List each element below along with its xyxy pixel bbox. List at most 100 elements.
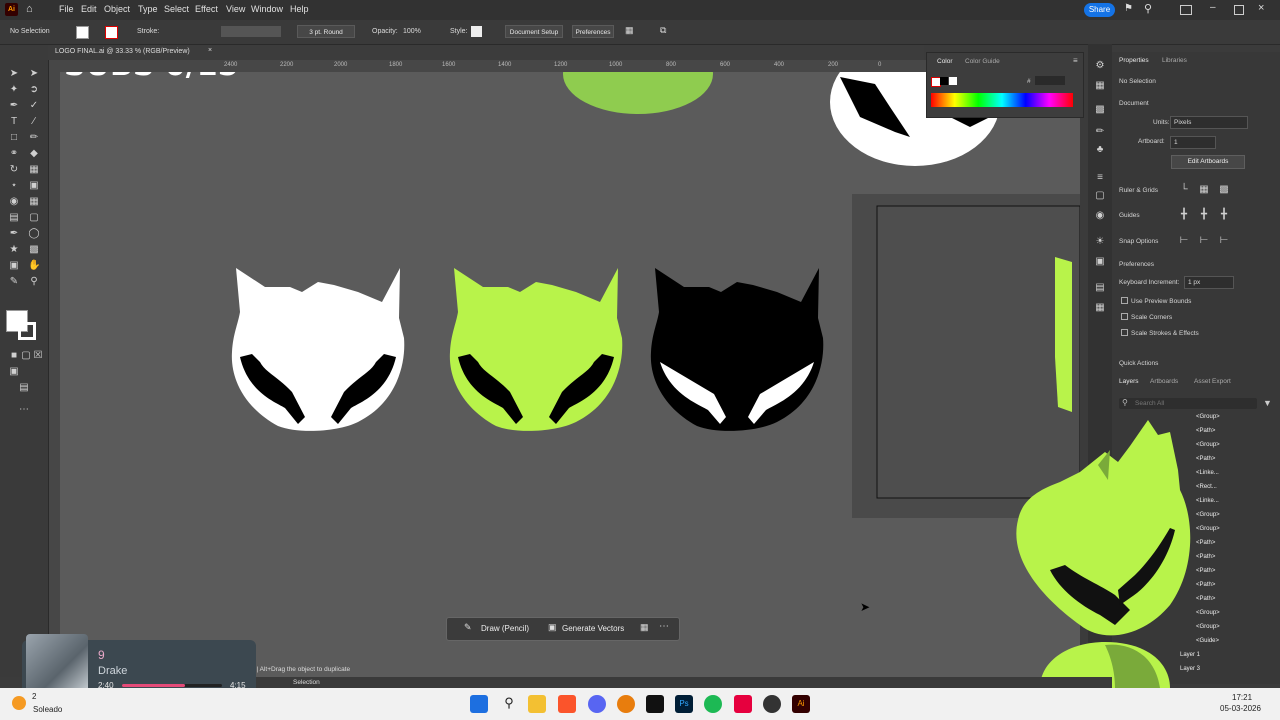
menu-help[interactable]: Help: [290, 4, 309, 14]
canvas[interactable]: SUBS 0/15 ✎ Draw (Pencil) ▣ Generate Vec…: [60, 72, 1080, 677]
pen-tool-icon[interactable]: ✒: [8, 100, 20, 112]
shaper-tool-icon[interactable]: ⚭: [8, 148, 20, 160]
variable-width-profile[interactable]: [221, 26, 281, 37]
snap-point-icon[interactable]: ⊢: [1178, 235, 1190, 247]
width-tool-icon[interactable]: ⋆: [8, 180, 20, 192]
white-swatch[interactable]: [949, 77, 957, 85]
hand-tool-icon[interactable]: ✋: [28, 260, 40, 272]
smart-guides-icon[interactable]: ╋: [1218, 209, 1230, 221]
obs-icon[interactable]: [763, 695, 781, 713]
minimize-icon[interactable]: –: [1210, 2, 1216, 13]
color-tab[interactable]: Color: [937, 58, 953, 65]
align-panel-icon[interactable]: ▤: [1094, 282, 1106, 294]
panel-menu-icon[interactable]: ≡: [1073, 56, 1078, 65]
stroke-swatch[interactable]: [105, 26, 118, 39]
image-icon[interactable]: ▦: [640, 622, 649, 633]
brave-browser-icon[interactable]: [558, 695, 576, 713]
menu-window[interactable]: Window: [251, 4, 283, 14]
stroke-color-box[interactable]: [18, 322, 36, 340]
symbols-panel-icon[interactable]: ♣: [1094, 144, 1106, 156]
menu-edit[interactable]: Edit: [81, 4, 97, 14]
slice-tool-icon[interactable]: ✎: [8, 276, 20, 288]
grid-icon[interactable]: ▦: [1198, 184, 1210, 196]
gradient-mode-icon[interactable]: ▢: [20, 350, 32, 362]
notion-icon[interactable]: [646, 695, 664, 713]
document-setup-button[interactable]: Document Setup: [505, 25, 563, 38]
menu-file[interactable]: File: [59, 4, 74, 14]
hex-input[interactable]: [1035, 76, 1065, 85]
blender-icon[interactable]: [617, 695, 635, 713]
stroke-panel-icon[interactable]: ≡: [1094, 172, 1106, 184]
black-swatch[interactable]: [940, 77, 948, 85]
edit-artboards-button[interactable]: Edit Artboards: [1171, 155, 1245, 169]
ruler-icon[interactable]: └: [1178, 184, 1190, 196]
menu-object[interactable]: Object: [104, 4, 130, 14]
keyboard-increment-input[interactable]: 1 px: [1184, 276, 1234, 289]
pixel-grid-icon[interactable]: ▩: [1218, 184, 1230, 196]
windows-start-icon[interactable]: [470, 695, 488, 713]
filter-icon[interactable]: ▼: [1263, 398, 1272, 408]
color-mode-icon[interactable]: ■: [8, 350, 20, 362]
lasso-tool-icon[interactable]: ➲: [28, 84, 40, 96]
opacity-value[interactable]: 100%: [403, 26, 421, 38]
close-window-icon[interactable]: ×: [1258, 2, 1264, 14]
type-tool-icon[interactable]: T: [8, 116, 20, 128]
eyedropper-tool-icon[interactable]: ✒: [8, 228, 20, 240]
eraser-tool-icon[interactable]: ◆: [28, 148, 40, 160]
selection-tool-icon[interactable]: ➤: [8, 68, 20, 80]
properties-panel-icon[interactable]: ⚙: [1094, 60, 1106, 72]
edit-toolbar-icon[interactable]: ⋯: [18, 404, 30, 416]
menu-view[interactable]: View: [226, 4, 245, 14]
style-swatch[interactable]: [471, 26, 482, 37]
black-cat-logo[interactable]: [650, 268, 824, 431]
menu-select[interactable]: Select: [164, 4, 189, 14]
zoom-tool-icon[interactable]: ⚲: [28, 276, 40, 288]
preferences-button[interactable]: Preferences: [572, 25, 614, 38]
white-cat-logo[interactable]: [231, 268, 405, 431]
magic-wand-tool-icon[interactable]: ✦: [8, 84, 20, 96]
mesh-tool-icon[interactable]: ▤: [8, 212, 20, 224]
pathfinder-panel-icon[interactable]: ▦: [1094, 302, 1106, 314]
weather-icon[interactable]: [12, 696, 26, 710]
gradient-tool-icon[interactable]: ▢: [28, 212, 40, 224]
blend-tool-icon[interactable]: ◯: [28, 228, 40, 240]
asset-export-tab[interactable]: Asset Export: [1194, 378, 1231, 385]
snap-glyph-icon[interactable]: ⊢: [1218, 235, 1230, 247]
maximize-icon[interactable]: [1234, 5, 1244, 15]
snap-pixel-icon[interactable]: ⊢: [1198, 235, 1210, 247]
paintbrush-tool-icon[interactable]: ✏: [28, 132, 40, 144]
lime-cat-logo[interactable]: [449, 268, 623, 431]
gradient-panel-icon[interactable]: ▢: [1094, 190, 1106, 202]
color-guide-tab[interactable]: Color Guide: [965, 58, 1000, 65]
spotify-icon[interactable]: [704, 695, 722, 713]
fill-swatch[interactable]: [76, 26, 89, 39]
more-options-icon[interactable]: ⋯: [659, 621, 669, 632]
draw-mode-icon[interactable]: ▣: [8, 366, 20, 378]
search-taskbar-icon[interactable]: ⚲: [500, 695, 518, 713]
progress-track[interactable]: [122, 684, 222, 687]
discord-icon[interactable]: [588, 695, 606, 713]
perspective-grid-tool-icon[interactable]: ▦: [28, 196, 40, 208]
rotate-tool-icon[interactable]: ↻: [8, 164, 20, 176]
rectangle-tool-icon[interactable]: □: [8, 132, 20, 144]
menu-type[interactable]: Type: [138, 4, 158, 14]
properties-tab[interactable]: Properties: [1119, 57, 1149, 64]
layers-search-input[interactable]: ⚲ Search All: [1119, 398, 1257, 409]
scale-corners-checkbox[interactable]: [1121, 313, 1128, 320]
notification-icon[interactable]: ⚑: [1124, 3, 1133, 14]
artboard-select[interactable]: 1: [1170, 136, 1216, 149]
artboards-tab[interactable]: Artboards: [1150, 378, 1178, 385]
generate-vectors-button[interactable]: Generate Vectors: [562, 624, 624, 633]
graphic-styles-icon[interactable]: ☀: [1094, 236, 1106, 248]
illustrator-taskbar-icon[interactable]: Ai: [792, 695, 810, 713]
close-tab-icon[interactable]: ×: [208, 47, 212, 54]
scale-strokes-checkbox[interactable]: [1121, 329, 1128, 336]
status-mode[interactable]: Selection: [293, 679, 320, 686]
artboard-tool-icon[interactable]: ▣: [8, 260, 20, 272]
home-icon[interactable]: ⌂: [26, 3, 33, 15]
curvature-tool-icon[interactable]: ✓: [28, 100, 40, 112]
none-mode-icon[interactable]: ☒: [32, 350, 44, 362]
libraries-panel-icon[interactable]: ▦: [1094, 80, 1106, 92]
layers-panel-icon[interactable]: ▩: [1094, 104, 1106, 116]
draw-pencil-button[interactable]: Draw (Pencil): [481, 624, 529, 633]
